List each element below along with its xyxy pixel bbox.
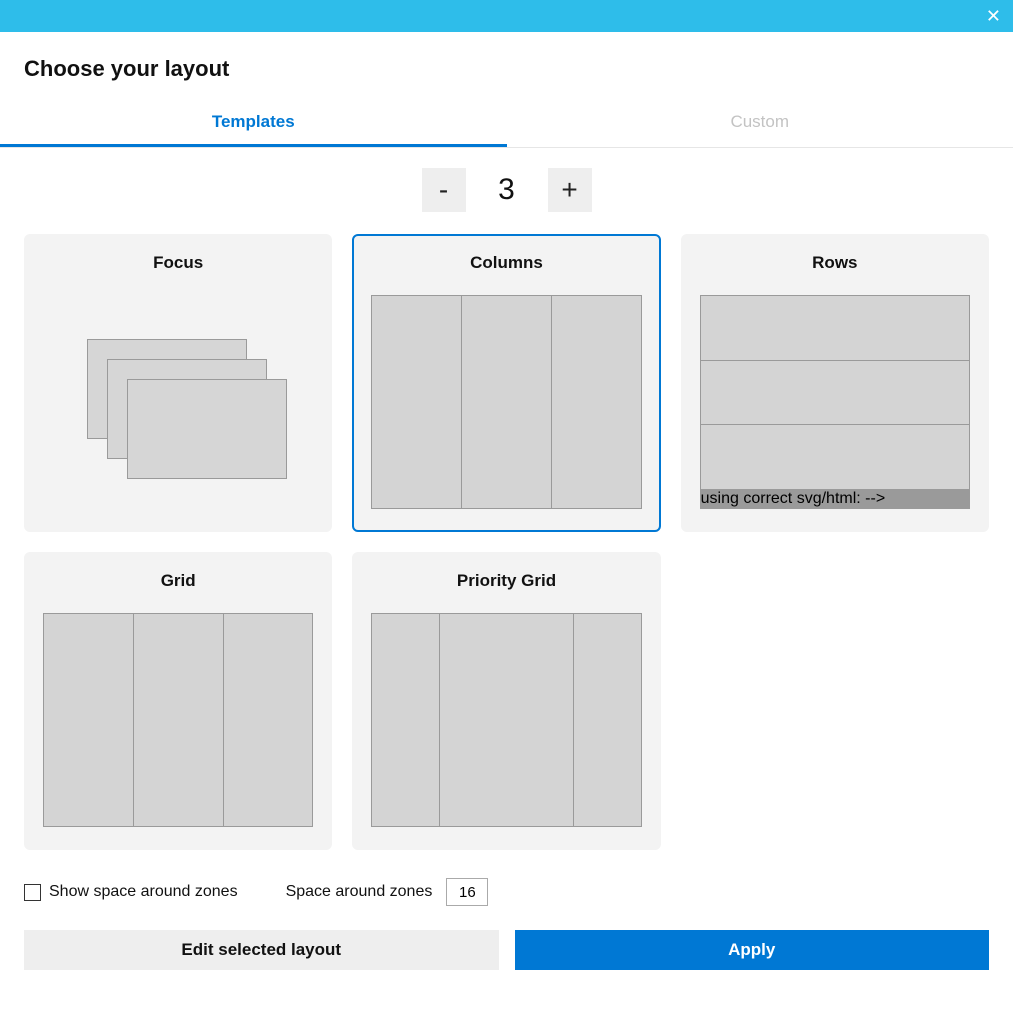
close-icon[interactable]: ✕ xyxy=(986,7,1001,25)
tab-custom[interactable]: Custom xyxy=(507,102,1013,147)
zone-cell xyxy=(440,614,573,826)
layout-card-title: Priority Grid xyxy=(371,571,641,591)
layout-card-columns[interactable]: Columns xyxy=(352,234,660,532)
zone-cell xyxy=(44,614,133,826)
tab-templates[interactable]: Templates xyxy=(0,102,507,147)
layout-preview-grid xyxy=(43,613,313,827)
zone-count-stepper: - 3 + xyxy=(24,168,989,212)
edit-selected-layout-button[interactable]: Edit selected layout xyxy=(24,930,499,970)
zone-cell xyxy=(372,296,461,508)
page-title: Choose your layout xyxy=(24,56,989,82)
layout-grid: Focus Columns Rows xyxy=(24,234,989,850)
zone-cell xyxy=(462,296,551,508)
show-space-label: Show space around zones xyxy=(49,883,238,901)
layout-preview-columns xyxy=(371,295,641,509)
checkbox-icon xyxy=(24,884,41,901)
zone-cell xyxy=(701,425,969,489)
zone-cell xyxy=(134,614,223,826)
zone-cell xyxy=(552,296,641,508)
increment-button[interactable]: + xyxy=(548,168,592,212)
layout-card-grid[interactable]: Grid xyxy=(24,552,332,850)
show-space-checkbox[interactable]: Show space around zones xyxy=(24,883,238,901)
layout-preview-rows: using correct svg/html: --> xyxy=(700,295,970,509)
zone-cell xyxy=(372,614,439,826)
layout-card-title: Focus xyxy=(43,253,313,273)
tabs: Templates Custom xyxy=(0,102,1013,148)
decrement-button[interactable]: - xyxy=(422,168,466,212)
zone-count-value: 3 xyxy=(482,173,532,207)
zone-cell xyxy=(701,361,969,425)
space-around-field: Space around zones xyxy=(286,878,489,906)
layout-card-title: Grid xyxy=(43,571,313,591)
titlebar: ✕ xyxy=(0,0,1013,32)
window-icon xyxy=(127,379,287,479)
dialog-content: Choose your layout Templates Custom - 3 … xyxy=(0,32,1013,986)
zone-cell xyxy=(224,614,313,826)
layout-card-focus[interactable]: Focus xyxy=(24,234,332,532)
actions-row: Edit selected layout Apply xyxy=(24,930,989,970)
zone-cell xyxy=(701,296,969,360)
space-around-input[interactable] xyxy=(446,878,488,906)
space-around-label: Space around zones xyxy=(286,883,433,901)
apply-button[interactable]: Apply xyxy=(515,930,990,970)
layout-preview-focus xyxy=(43,295,313,509)
layout-preview-priority-grid xyxy=(371,613,641,827)
layout-card-priority-grid[interactable]: Priority Grid xyxy=(352,552,660,850)
options-row: Show space around zones Space around zon… xyxy=(24,878,989,906)
zone-cell xyxy=(574,614,641,826)
layout-card-title: Rows xyxy=(700,253,970,273)
layout-card-rows[interactable]: Rows using correct svg/html: --> xyxy=(681,234,989,532)
layout-card-title: Columns xyxy=(371,253,641,273)
